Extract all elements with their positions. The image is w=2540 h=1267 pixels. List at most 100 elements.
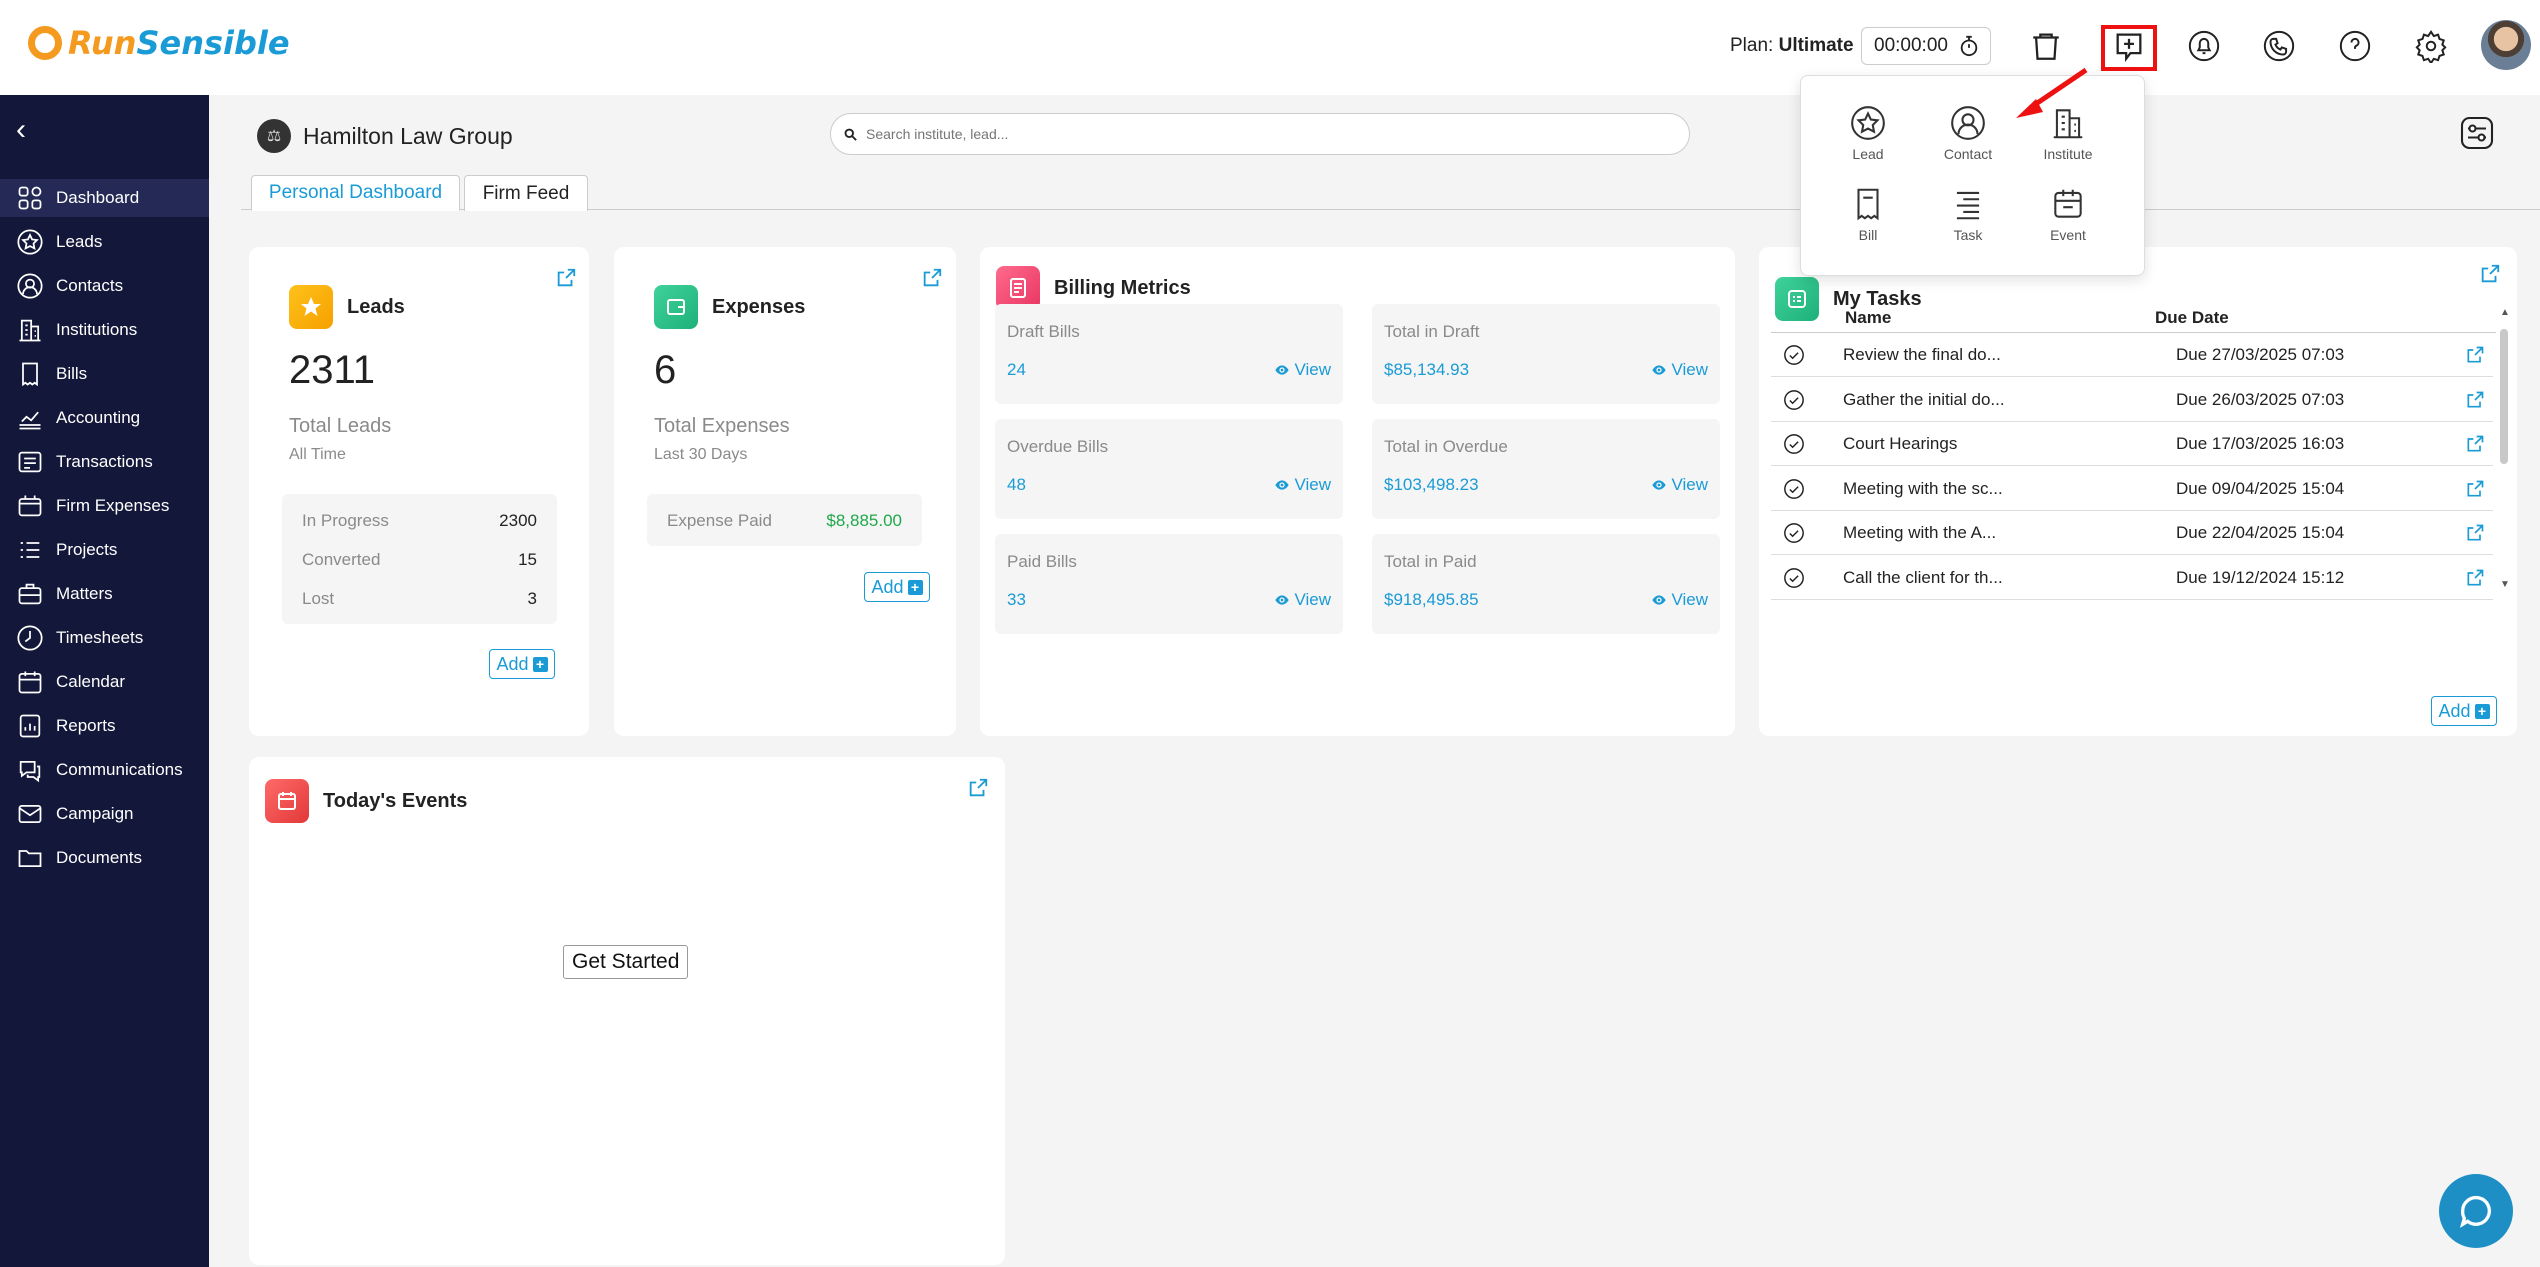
trash-button[interactable] — [2026, 26, 2066, 66]
collapse-sidebar-icon[interactable]: ‹ — [16, 113, 26, 147]
user-avatar[interactable] — [2481, 20, 2531, 70]
app-logo[interactable]: Run Sensible — [28, 24, 290, 62]
stat-value: 3 — [527, 589, 537, 608]
view-label: View — [1294, 360, 1331, 379]
external-link-icon[interactable] — [555, 267, 577, 289]
gear-icon — [2415, 30, 2447, 63]
sidebar-item-dashboard[interactable]: Dashboard — [0, 179, 209, 217]
sidebar-item-institutions[interactable]: Institutions — [0, 311, 209, 349]
metric-value[interactable]: 48 — [1007, 475, 1026, 495]
sidebar-item-matters[interactable]: Matters — [0, 575, 209, 613]
tab-firm-feed[interactable]: Firm Feed — [464, 175, 588, 211]
view-label: View — [1671, 360, 1708, 379]
tab-personal-dashboard[interactable]: Personal Dashboard — [251, 175, 460, 211]
sidebar-item-documents[interactable]: Documents — [0, 839, 209, 877]
add-lead-button[interactable]: Add + — [489, 649, 555, 679]
external-link-icon[interactable] — [2465, 479, 2485, 499]
expense-paid-value: $8,885.00 — [826, 511, 902, 530]
external-link-icon[interactable] — [2465, 434, 2485, 454]
view-link[interactable]: View — [1651, 475, 1708, 495]
quick-add-lead[interactable]: Lead — [1828, 104, 1908, 162]
expenses-paid-row: Expense Paid $8,885.00 — [667, 511, 902, 531]
sidebar-item-transactions[interactable]: Transactions — [0, 443, 209, 481]
sidebar-item-accounting[interactable]: Accounting — [0, 399, 209, 437]
table-row[interactable]: Call the client for th... Due 19/12/2024 … — [1771, 556, 2493, 600]
metric-value[interactable]: $918,495.85 — [1384, 590, 1479, 610]
sidebar-item-campaign[interactable]: Campaign — [0, 795, 209, 833]
eye-icon — [1275, 595, 1290, 605]
settings-button[interactable] — [2411, 26, 2451, 66]
external-link-icon[interactable] — [2465, 345, 2485, 365]
quick-add-institute[interactable]: Institute — [2028, 104, 2108, 162]
view-link[interactable]: View — [1274, 475, 1331, 495]
sidebar-item-reports[interactable]: Reports — [0, 707, 209, 745]
task-icon — [1956, 191, 1980, 220]
sidebar-item-communications[interactable]: Communications — [0, 751, 209, 789]
view-label: View — [1671, 590, 1708, 609]
tasks-scrollbar[interactable]: ▲ ▼ — [2497, 307, 2511, 597]
notifications-button[interactable] — [2184, 26, 2224, 66]
table-row[interactable]: Gather the initial do... Due 26/03/2025 0… — [1771, 378, 2493, 422]
search-input[interactable] — [866, 126, 1566, 142]
add-task-button[interactable]: Add + — [2431, 696, 2497, 726]
task-name: Review the final do... — [1843, 345, 2001, 364]
check-circle-icon[interactable] — [1783, 522, 1805, 544]
quick-add-bill[interactable]: Bill — [1828, 185, 1908, 243]
add-expense-button[interactable]: Add + — [864, 572, 930, 602]
bell-icon — [2188, 30, 2220, 62]
quick-add-task[interactable]: Task — [1928, 185, 2008, 243]
building-icon — [2053, 109, 2083, 139]
table-row[interactable]: Meeting with the sc... Due 09/04/2025 15:… — [1771, 467, 2493, 511]
table-row[interactable]: Review the final do... Due 27/03/2025 07:… — [1771, 333, 2493, 377]
timer-widget[interactable]: 00:00:00 — [1861, 27, 1991, 65]
plus-icon: + — [2474, 703, 2490, 719]
folder-icon — [18, 850, 42, 868]
search-bar[interactable] — [830, 113, 1690, 155]
metric-value[interactable]: 33 — [1007, 590, 1026, 610]
sidebar-item-leads[interactable]: Leads — [0, 223, 209, 261]
external-link-icon[interactable] — [967, 777, 989, 799]
stat-label: Converted — [302, 550, 381, 569]
metric-value[interactable]: $85,134.93 — [1384, 360, 1469, 380]
check-circle-icon[interactable] — [1783, 389, 1805, 411]
get-started-button[interactable]: Get Started — [563, 945, 689, 979]
check-circle-icon[interactable] — [1783, 433, 1805, 455]
scroll-down-icon[interactable]: ▼ — [2500, 579, 2510, 590]
metric-label: Total in Paid — [1384, 552, 1477, 571]
view-link[interactable]: View — [1651, 360, 1708, 380]
external-link-icon[interactable] — [921, 267, 943, 289]
help-button[interactable] — [2335, 26, 2375, 66]
chat-button[interactable] — [2439, 1174, 2513, 1248]
sidebar-item-timesheets[interactable]: Timesheets — [0, 619, 209, 657]
sidebar-item-firm-expenses[interactable]: Firm Expenses — [0, 487, 209, 525]
phone-button[interactable] — [2259, 26, 2299, 66]
quick-add-contact[interactable]: Contact — [1928, 104, 2008, 162]
task-name: Meeting with the A... — [1843, 523, 1997, 542]
check-circle-icon[interactable] — [1783, 567, 1805, 589]
sidebar-item-bills[interactable]: Bills — [0, 355, 209, 393]
expenses-card: Expenses 6 Total Expenses Last 30 Days E… — [614, 247, 956, 736]
check-circle-icon[interactable] — [1783, 344, 1805, 366]
scrollbar-thumb[interactable] — [2500, 329, 2508, 464]
table-row[interactable]: Court Hearings Due 17/03/2025 16:03 — [1771, 422, 2493, 466]
view-link[interactable]: View — [1651, 590, 1708, 610]
stat-value: 15 — [518, 550, 537, 569]
quick-add-label: Contact — [1943, 146, 1993, 162]
metric-value[interactable]: $103,498.23 — [1384, 475, 1479, 495]
external-link-icon[interactable] — [2465, 523, 2485, 543]
table-row[interactable]: Meeting with the A... Due 22/04/2025 15:0… — [1771, 511, 2493, 555]
dashboard-settings-button[interactable] — [2459, 115, 2495, 151]
sidebar-item-calendar[interactable]: Calendar — [0, 663, 209, 701]
external-link-icon[interactable] — [2465, 390, 2485, 410]
sidebar-item-projects[interactable]: Projects — [0, 531, 209, 569]
metric-value[interactable]: 24 — [1007, 360, 1026, 380]
quick-add-event[interactable]: Event — [2028, 185, 2108, 243]
check-circle-icon[interactable] — [1783, 478, 1805, 500]
external-link-icon[interactable] — [2465, 568, 2485, 588]
view-link[interactable]: View — [1274, 590, 1331, 610]
sidebar-item-contacts[interactable]: Contacts — [0, 267, 209, 305]
scroll-up-icon[interactable]: ▲ — [2500, 307, 2510, 318]
quick-add-menu: Lead Contact Institute Bill Task Event — [1800, 75, 2145, 276]
view-link[interactable]: View — [1274, 360, 1331, 380]
external-link-icon[interactable] — [2479, 263, 2501, 285]
